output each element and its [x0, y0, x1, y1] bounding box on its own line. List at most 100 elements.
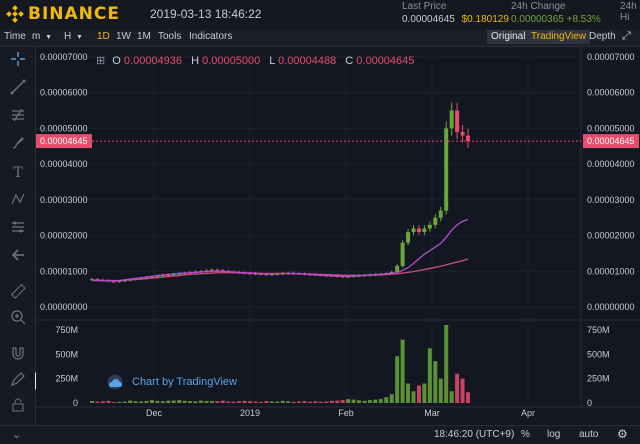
volume-bar [318, 401, 323, 403]
volume-bar [444, 325, 449, 403]
high-label: H [191, 55, 200, 67]
brand-name: BINANCE [28, 4, 120, 24]
price-axis-label-right: 0.00006000 [587, 88, 635, 98]
indicators-menu[interactable]: Indicators [189, 31, 232, 42]
pencil-lock-icon[interactable] [8, 371, 28, 391]
binance-logo-icon [6, 5, 24, 23]
legend-expand-icon[interactable]: ⊞ [96, 55, 105, 67]
chart-area[interactable]: 0.00007000 0.00007000 0.00006000 0.00006000… [36, 47, 640, 425]
time-label[interactable]: Time [4, 31, 26, 42]
last-price-label: Last Price [402, 1, 447, 12]
change-stat: 24h Change 0.00000365 +8.53% [511, 1, 601, 25]
top-bar: BINANCE 2019-03-13 18:46:22 Last Price 0… [0, 0, 640, 28]
chart-footer: ⌄ 18:46:20 (UTC+9) % log auto ⚙ [0, 425, 640, 444]
percent-toggle[interactable]: % [521, 429, 530, 440]
original-view-button[interactable]: Original [487, 30, 530, 44]
volume-bar [258, 401, 263, 403]
volume-bar [188, 401, 193, 403]
candle-body [416, 228, 421, 232]
interval-1d[interactable]: 1D [97, 31, 110, 42]
volume-bar [269, 401, 274, 403]
volume-bar [106, 400, 111, 403]
interval-1m[interactable]: 1M [137, 31, 151, 42]
last-price-usd: $0.180129 [461, 14, 509, 25]
volume-bar [160, 401, 165, 403]
chart-toolbar: Time m ▼ H ▼ 1D 1W 1M Tools Indicators O… [0, 29, 640, 47]
volume-bar [302, 401, 307, 403]
tradingview-view-button[interactable]: TradingView [527, 30, 591, 44]
ruler-icon[interactable] [8, 283, 28, 303]
change-value: 0.00000365 +8.53% [511, 14, 601, 25]
expand-icon[interactable]: ⤢ [622, 30, 631, 43]
volume-bar [406, 383, 411, 403]
volume-bar [427, 348, 432, 403]
depth-view-button[interactable]: Depth [585, 30, 620, 44]
volume-bar [357, 400, 362, 403]
tradingview-watermark[interactable]: Chart by TradingView [104, 374, 237, 390]
volume-axis-label-left: 500M [55, 349, 78, 359]
candle-body [422, 228, 427, 232]
tools-menu[interactable]: Tools [158, 31, 181, 42]
price-axis-label-left: 0.00001000 [40, 266, 88, 276]
price-axis-label-right: 0.00005000 [587, 123, 635, 133]
minute-dropdown[interactable]: m ▼ [32, 31, 52, 42]
pattern-icon[interactable] [8, 191, 28, 211]
zoom-in-icon[interactable] [8, 309, 28, 329]
arrow-left-icon[interactable] [8, 247, 28, 267]
gear-icon[interactable]: ⚙ [617, 427, 628, 441]
brush-icon[interactable] [8, 135, 28, 155]
volume-bar [455, 373, 460, 403]
volume-bar [460, 378, 465, 403]
volume-axis-label-right: 750M [587, 325, 610, 335]
high-label: 24h Hi [620, 1, 637, 23]
volume-bar [373, 399, 378, 403]
volume-axis-label-right: 0 [587, 398, 592, 408]
volume-bar [198, 400, 203, 403]
price-axis-label-left: 0.00005000 [40, 123, 88, 133]
lock-icon[interactable] [8, 397, 28, 417]
crosshair-icon[interactable] [8, 51, 28, 71]
volume-bar [411, 391, 416, 403]
chevron-down-icon[interactable]: ⌄ [12, 428, 21, 441]
volume-axis-label-left: 0 [73, 398, 78, 408]
volume-bar [226, 401, 231, 403]
trendline-icon[interactable] [8, 79, 28, 99]
price-axis-label-right: 0.00000000 [587, 302, 635, 312]
candle-body [460, 132, 465, 136]
volume-bar [329, 400, 334, 403]
volume-bar [111, 402, 116, 404]
volume-bar [90, 401, 94, 403]
fib-tool-icon[interactable] [8, 107, 28, 127]
volume-bar [351, 399, 356, 403]
prediction-icon[interactable] [8, 219, 28, 239]
volume-bar [171, 400, 176, 403]
volume-bar [193, 401, 198, 403]
volume-bar [346, 399, 351, 403]
volume-bar [433, 361, 438, 403]
candle-body [411, 228, 416, 232]
high-value: 0.00005000 [202, 55, 261, 67]
auto-toggle[interactable]: auto [579, 429, 598, 440]
current-datetime: 2019-03-13 18:46:22 [150, 7, 262, 21]
time-axis-label: Feb [338, 408, 354, 418]
log-toggle[interactable]: log [547, 429, 560, 440]
binance-logo[interactable]: BINANCE [6, 4, 120, 24]
hour-dropdown[interactable]: H ▼ [64, 31, 83, 42]
footer-time: 18:46:20 (UTC+9) [434, 429, 515, 440]
price-axis-label-right: 0.00007000 [587, 52, 635, 62]
low-value: 0.00004488 [278, 55, 337, 67]
candle-body [438, 210, 443, 218]
price-chart[interactable]: 0.00007000 0.00007000 0.00006000 0.00006000… [36, 47, 640, 425]
volume-bar [291, 401, 296, 403]
time-axis-label: Dec [146, 408, 163, 418]
volume-bar [231, 401, 236, 403]
volume-bar [313, 401, 318, 403]
volume-bar [237, 401, 242, 403]
time-axis-label: Apr [521, 408, 535, 418]
interval-1w[interactable]: 1W [116, 31, 131, 42]
candle-body [433, 217, 438, 225]
text-tool-icon[interactable]: T [8, 163, 28, 183]
volume-bar [286, 401, 291, 403]
magnet-icon[interactable] [8, 345, 28, 365]
volume-bar [204, 400, 209, 403]
